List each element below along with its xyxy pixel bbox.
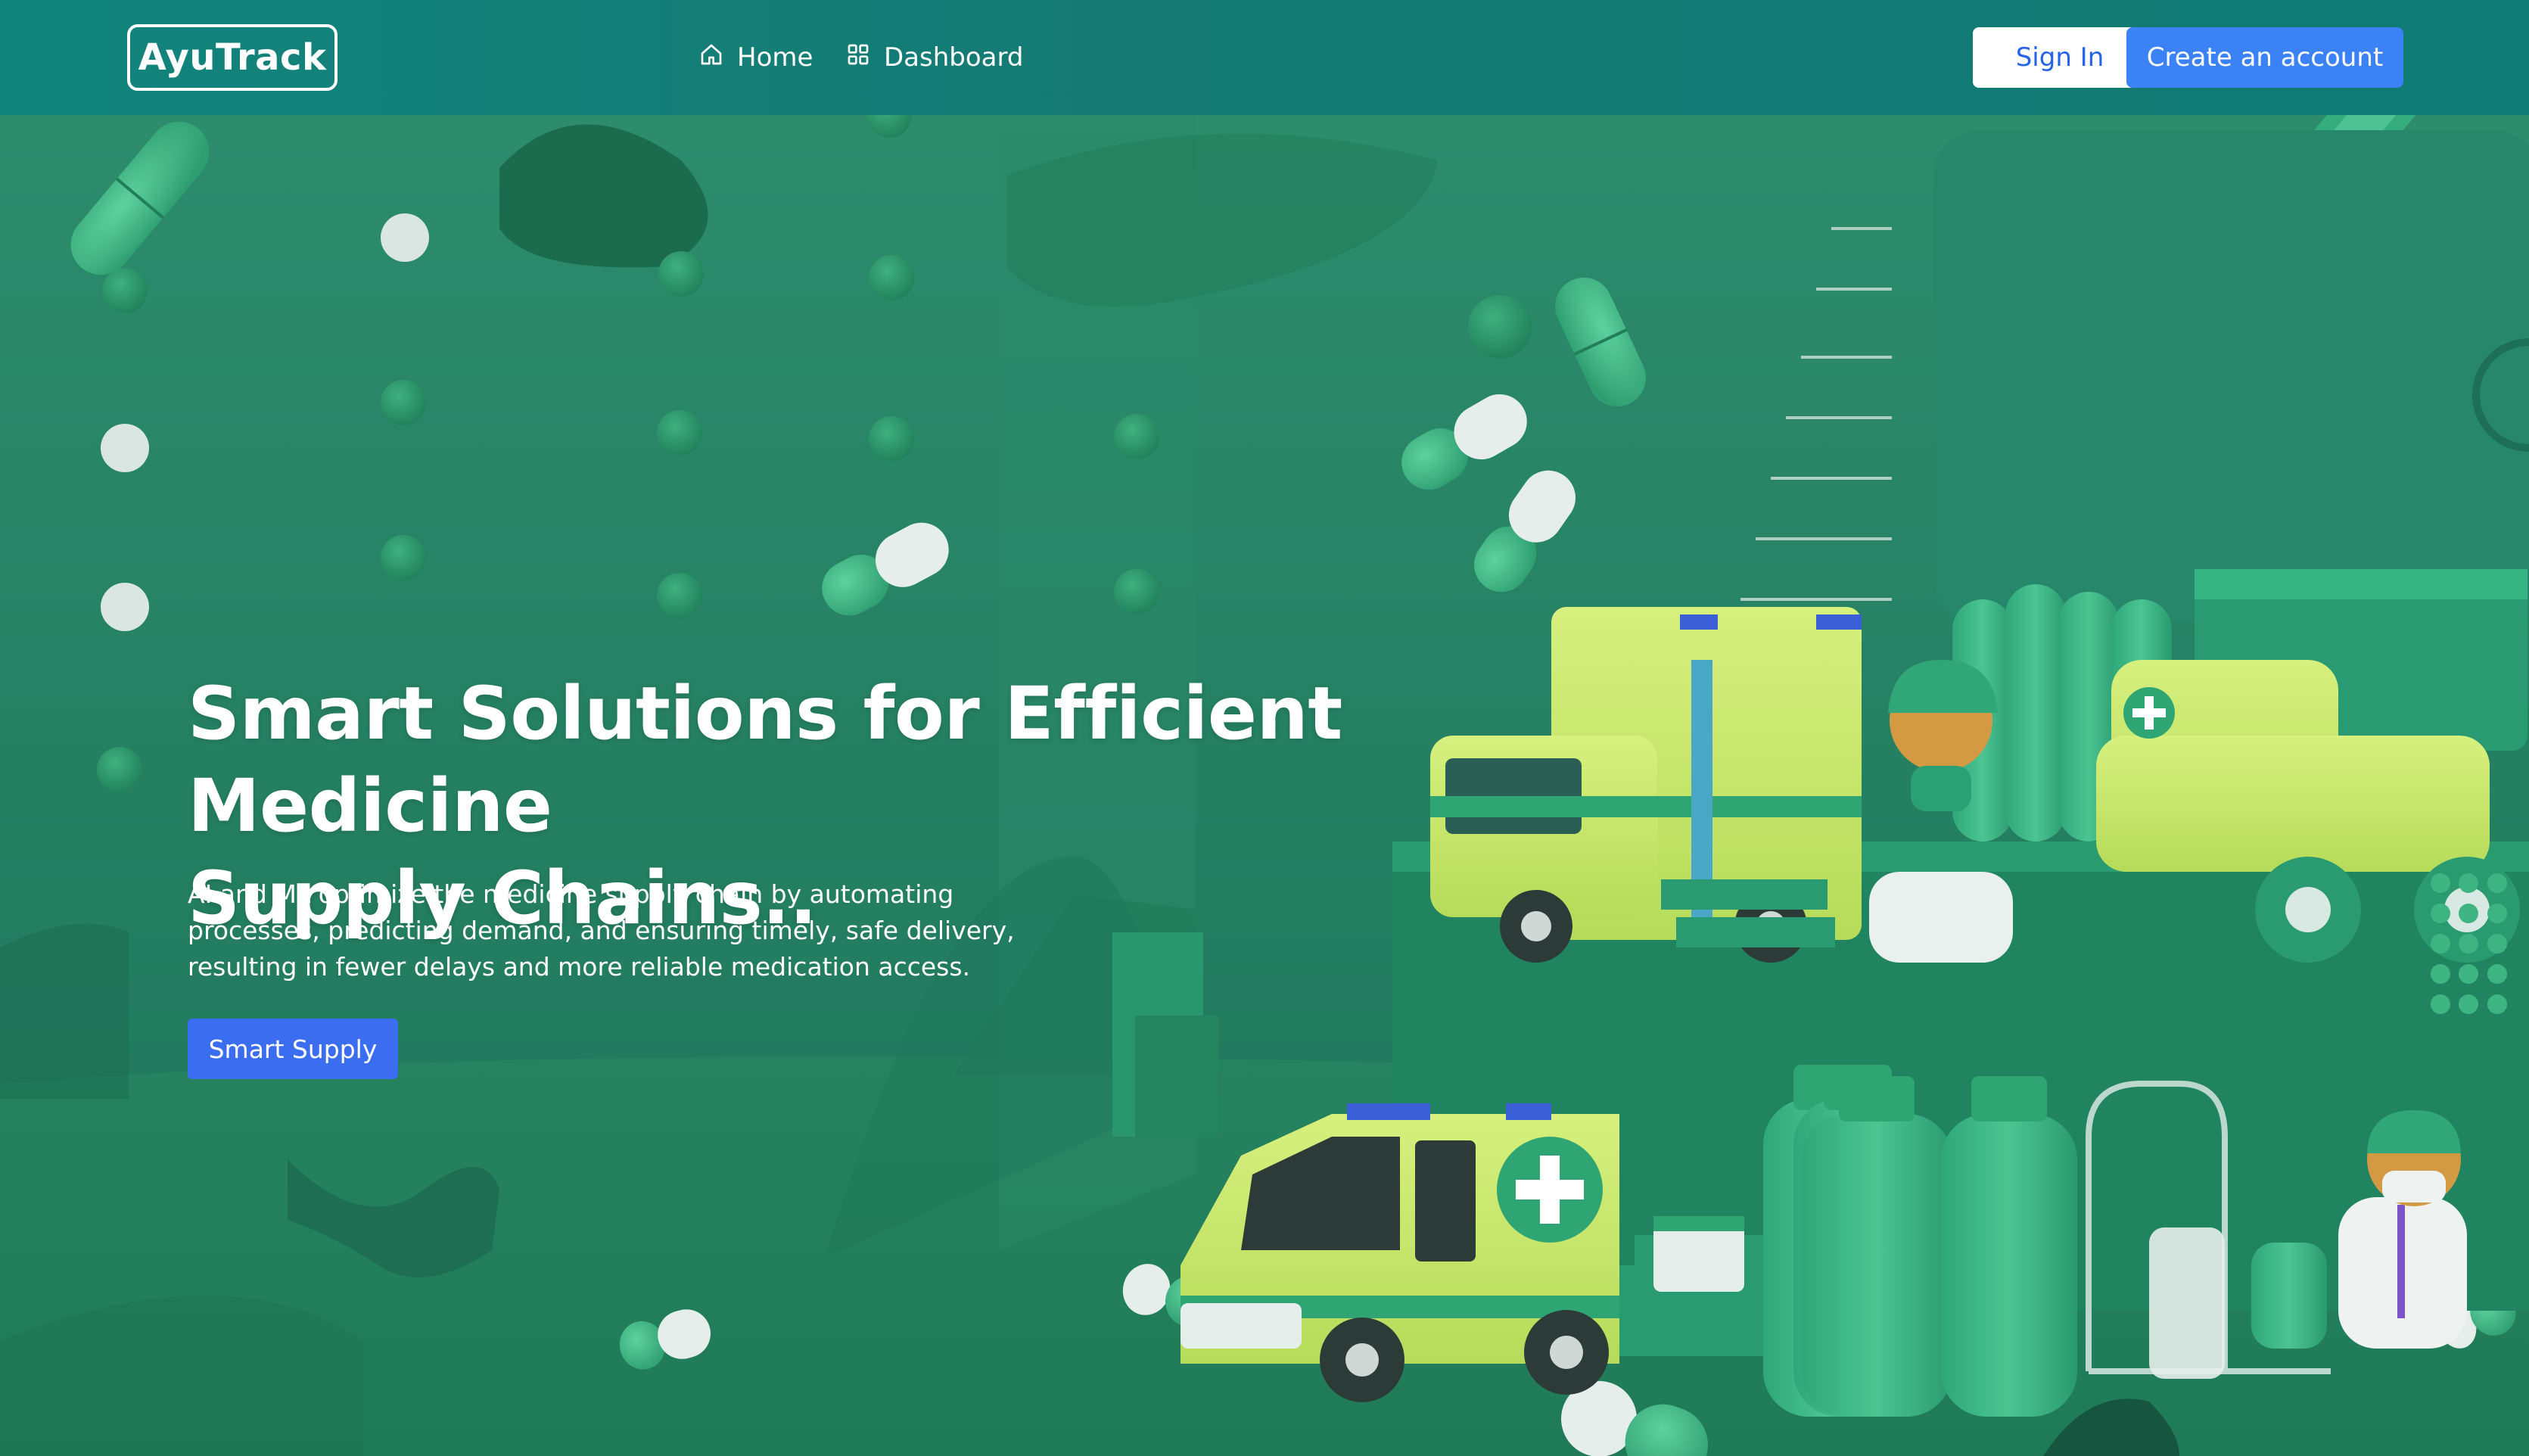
nav-link-home-label: Home — [737, 42, 813, 73]
sign-in-button[interactable]: Sign In — [1973, 27, 2147, 88]
nav-link-home[interactable]: Home — [699, 35, 813, 80]
dashboard-grid-icon — [846, 42, 870, 73]
hero-description-line-2: processes, predicting demand, and ensuri… — [188, 916, 1015, 945]
home-icon — [699, 42, 723, 73]
hero-description: AI and ML optimize the medicine supply c… — [188, 876, 1035, 985]
hero-description-line-1: AI and ML optimize the medicine supply c… — [188, 879, 954, 909]
smart-supply-button[interactable]: Smart Supply — [188, 1019, 398, 1079]
brand-logo[interactable]: AyuTrack — [127, 24, 338, 91]
back-wall-block — [1933, 130, 2529, 622]
hero-title-line-1: Smart Solutions for Efficient Medicine — [188, 671, 1342, 848]
nav-link-dashboard[interactable]: Dashboard — [846, 35, 1023, 80]
top-navbar: AyuTrack Home Dashboard Sign In Create a… — [0, 0, 2529, 115]
nav-link-dashboard-label: Dashboard — [884, 42, 1024, 73]
create-account-button[interactable]: Create an account — [2126, 27, 2403, 88]
hero-section: Smart Solutions for Efficient Medicine S… — [0, 115, 2529, 1456]
hero-description-line-3: resulting in fewer delays and more relia… — [188, 952, 971, 982]
